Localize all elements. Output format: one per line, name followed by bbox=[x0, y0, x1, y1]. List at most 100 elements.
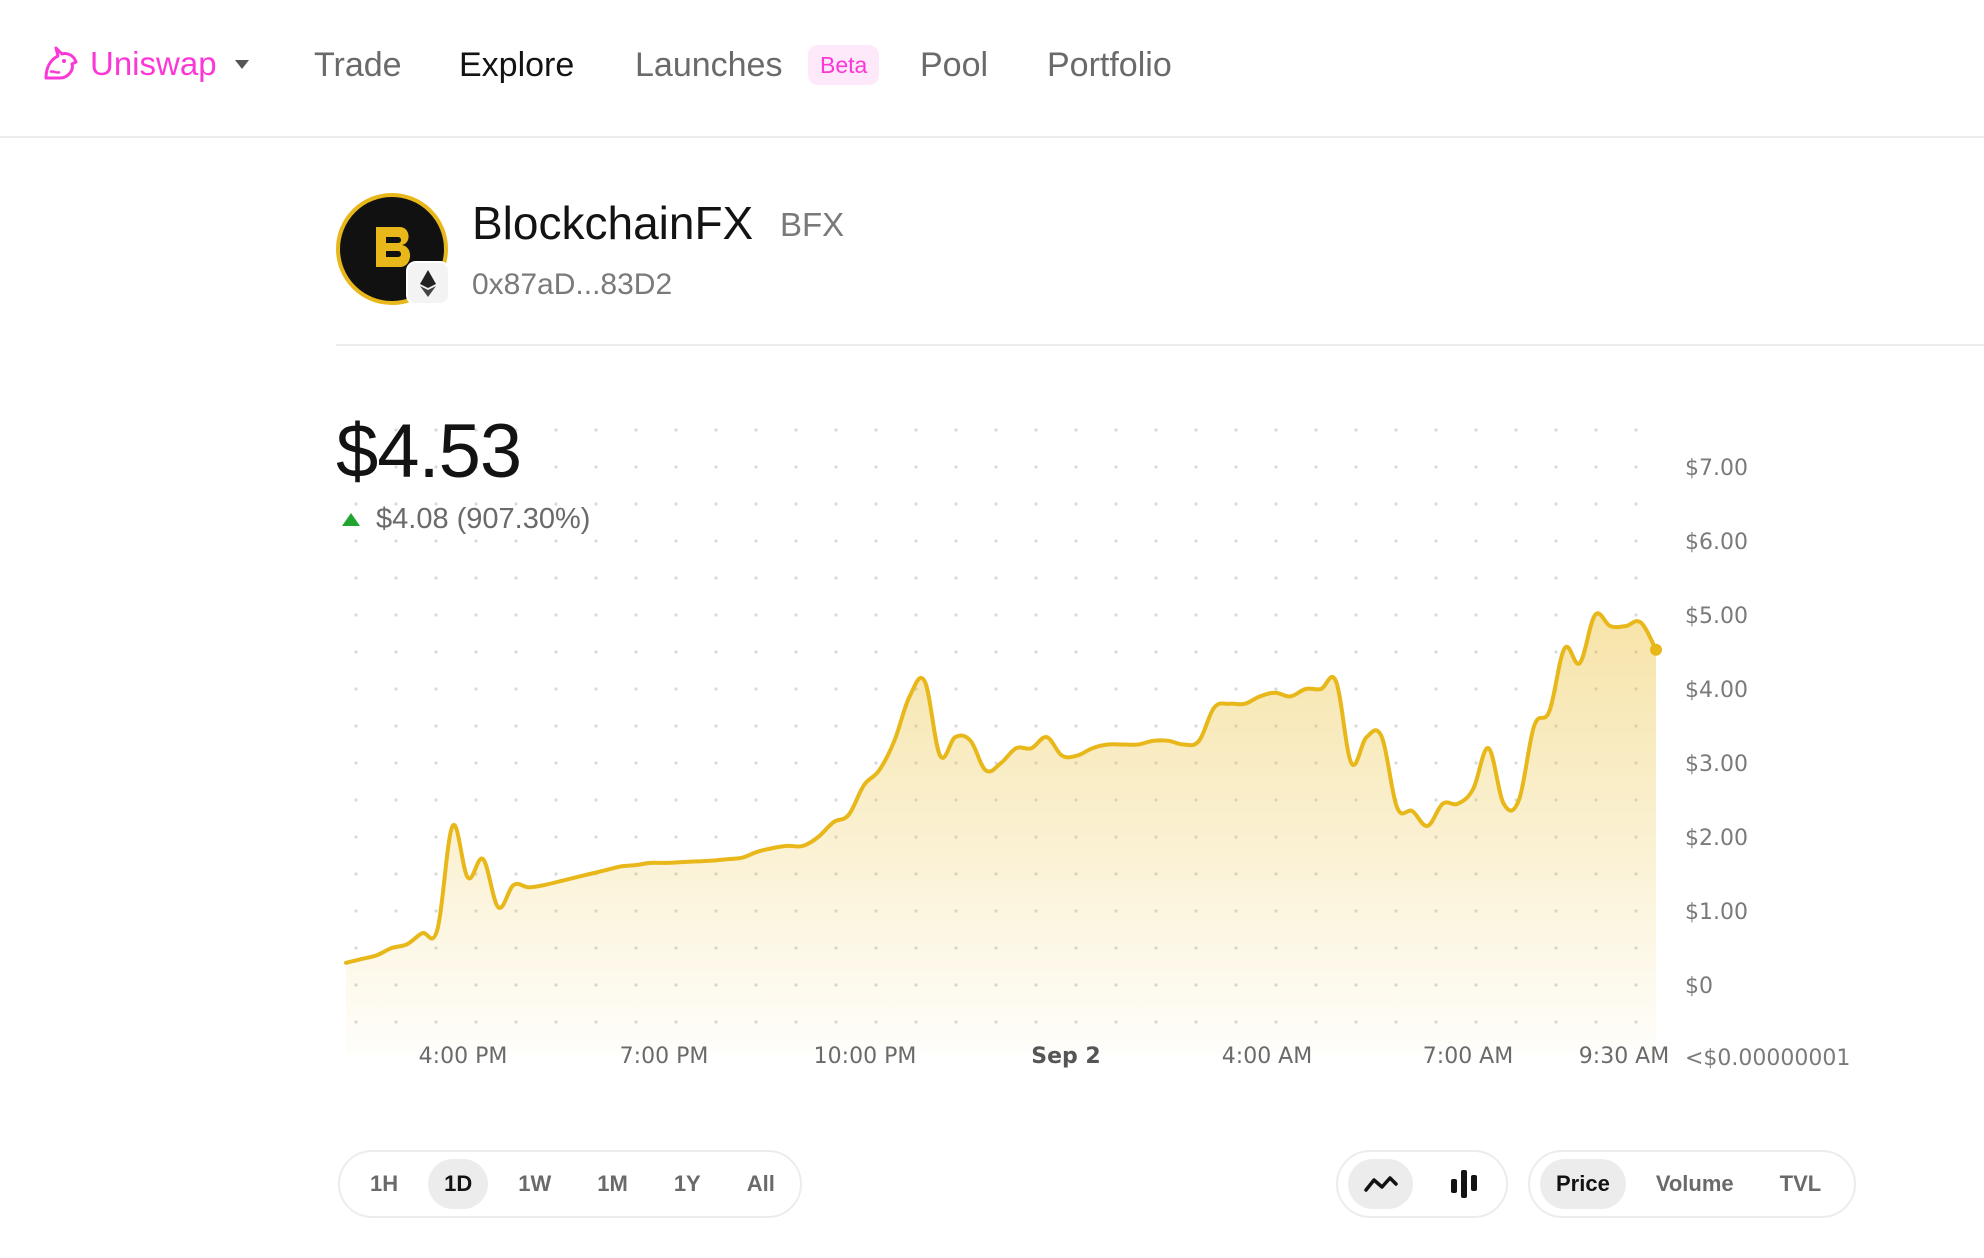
metric-price[interactable]: Price bbox=[1540, 1159, 1626, 1209]
grid-dot bbox=[674, 761, 677, 764]
grid-dot bbox=[434, 761, 437, 764]
grid-dot bbox=[1354, 687, 1357, 690]
grid-dot bbox=[474, 724, 477, 727]
grid-dot bbox=[354, 946, 357, 949]
grid-dot bbox=[1474, 465, 1477, 468]
grid-dot bbox=[554, 835, 557, 838]
grid-dot bbox=[1354, 539, 1357, 542]
line-chart-button[interactable] bbox=[1348, 1159, 1413, 1209]
brand-menu[interactable]: Uniswap bbox=[38, 42, 249, 86]
grid-dot bbox=[634, 502, 637, 505]
grid-dot bbox=[394, 687, 397, 690]
grid-dot bbox=[794, 687, 797, 690]
grid-dot bbox=[754, 650, 757, 653]
grid-dot bbox=[794, 761, 797, 764]
grid-dot bbox=[474, 613, 477, 616]
grid-dot bbox=[434, 687, 437, 690]
grid-dot bbox=[674, 502, 677, 505]
y-axis-tick-label: $5.00 bbox=[1685, 604, 1748, 629]
grid-dot bbox=[794, 835, 797, 838]
grid-dot bbox=[1234, 613, 1237, 616]
nav-item-launches[interactable]: Launches bbox=[635, 46, 782, 85]
time-range-1d[interactable]: 1D bbox=[428, 1159, 488, 1209]
grid-dot bbox=[354, 872, 357, 875]
grid-dot bbox=[834, 576, 837, 579]
grid-dot bbox=[514, 835, 517, 838]
grid-dot bbox=[994, 539, 997, 542]
grid-dot bbox=[514, 724, 517, 727]
grid-dot bbox=[474, 761, 477, 764]
header-divider bbox=[336, 344, 1984, 346]
grid-dot bbox=[874, 613, 877, 616]
grid-dot bbox=[354, 576, 357, 579]
grid-dot bbox=[1194, 687, 1197, 690]
grid-dot bbox=[1314, 502, 1317, 505]
grid-dot bbox=[594, 724, 597, 727]
grid-dot bbox=[1394, 502, 1397, 505]
grid-dot bbox=[394, 872, 397, 875]
grid-dot bbox=[1474, 613, 1477, 616]
grid-dot bbox=[434, 872, 437, 875]
grid-dot bbox=[474, 650, 477, 653]
grid-dot bbox=[1554, 465, 1557, 468]
grid-dot bbox=[434, 613, 437, 616]
grid-dot bbox=[1554, 613, 1557, 616]
grid-dot bbox=[1274, 650, 1277, 653]
brand-name: Uniswap bbox=[90, 45, 217, 83]
nav-item-portfolio[interactable]: Portfolio bbox=[1047, 46, 1172, 85]
grid-dot bbox=[1514, 465, 1517, 468]
grid-dot bbox=[1074, 428, 1077, 431]
grid-dot bbox=[434, 650, 437, 653]
grid-dot bbox=[1394, 539, 1397, 542]
time-range-all[interactable]: All bbox=[731, 1159, 791, 1209]
grid-dot bbox=[1114, 465, 1117, 468]
grid-dot bbox=[874, 428, 877, 431]
grid-dot bbox=[1114, 650, 1117, 653]
grid-dot bbox=[554, 687, 557, 690]
grid-dot bbox=[1514, 687, 1517, 690]
nav-item-explore[interactable]: Explore bbox=[459, 46, 574, 85]
time-range-1h[interactable]: 1H bbox=[354, 1159, 414, 1209]
grid-dot bbox=[1394, 576, 1397, 579]
grid-dot bbox=[954, 465, 957, 468]
grid-dot bbox=[594, 502, 597, 505]
ethereum-chain-icon bbox=[406, 261, 450, 305]
grid-dot bbox=[1554, 428, 1557, 431]
time-range-1w[interactable]: 1W bbox=[502, 1159, 567, 1209]
grid-dot bbox=[1034, 502, 1037, 505]
price-change: $4.08 (907.30%) bbox=[342, 503, 590, 536]
y-axis-tick-label: $1.00 bbox=[1685, 900, 1748, 925]
grid-dot bbox=[1154, 502, 1157, 505]
grid-dot bbox=[874, 502, 877, 505]
nav-item-pool[interactable]: Pool bbox=[920, 46, 988, 85]
grid-dot bbox=[674, 576, 677, 579]
grid-dot bbox=[434, 724, 437, 727]
grid-dot bbox=[1434, 761, 1437, 764]
grid-dot bbox=[1354, 428, 1357, 431]
grid-dot bbox=[1354, 650, 1357, 653]
grid-dot bbox=[1474, 650, 1477, 653]
grid-dot bbox=[1314, 576, 1317, 579]
top-nav: Uniswap Trade Explore Launches Beta Pool… bbox=[0, 0, 1984, 138]
y-axis-tick-label: $6.00 bbox=[1685, 530, 1748, 555]
grid-dot bbox=[914, 539, 917, 542]
metric-volume[interactable]: Volume bbox=[1640, 1159, 1750, 1209]
grid-dot bbox=[514, 687, 517, 690]
grid-dot bbox=[514, 872, 517, 875]
metric-tvl[interactable]: TVL bbox=[1764, 1159, 1838, 1209]
price-change-value: $4.08 (907.30%) bbox=[376, 503, 590, 536]
token-name: BlockchainFX bbox=[472, 196, 753, 250]
grid-dot bbox=[994, 428, 997, 431]
grid-dot bbox=[674, 650, 677, 653]
grid-dot bbox=[1514, 761, 1517, 764]
grid-dot bbox=[754, 502, 757, 505]
grid-dot bbox=[554, 576, 557, 579]
time-range-1y[interactable]: 1Y bbox=[658, 1159, 717, 1209]
grid-dot bbox=[634, 724, 637, 727]
grid-dot bbox=[754, 539, 757, 542]
grid-dot bbox=[354, 613, 357, 616]
candlestick-chart-button[interactable] bbox=[1431, 1159, 1496, 1209]
time-range-1m[interactable]: 1M bbox=[581, 1159, 644, 1209]
nav-item-trade[interactable]: Trade bbox=[314, 46, 402, 85]
token-address[interactable]: 0x87aD...83D2 bbox=[472, 268, 672, 302]
